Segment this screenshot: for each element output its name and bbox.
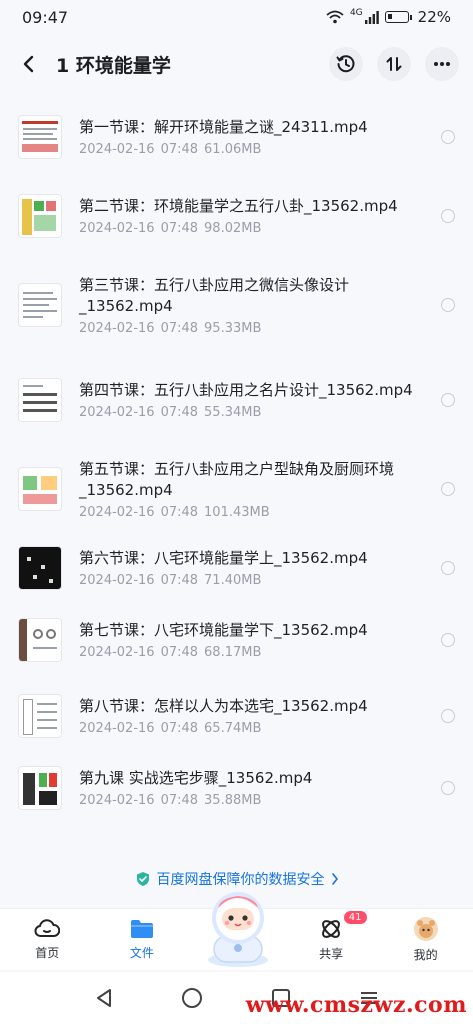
file-name: 第二节课：环境能量学之五行八卦_13562.mp4 <box>79 197 398 215</box>
file-meta: 2024-02-16 07:48 61.06MB <box>79 142 262 157</box>
status-icons: 4G 22% <box>326 8 451 26</box>
history-icon <box>336 55 355 73</box>
battery-level: 22% <box>417 8 451 26</box>
file-thumbnail <box>18 467 62 511</box>
back-icon[interactable] <box>16 52 40 76</box>
mascot-button[interactable] <box>196 884 280 968</box>
file-thumbnail <box>18 115 62 159</box>
watermark: www.cmszwz.com <box>245 992 467 1018</box>
signal-icon <box>364 10 379 24</box>
share-icon <box>322 920 340 938</box>
file-thumbnail <box>18 194 62 238</box>
nav-mine-label: 我的 <box>413 948 438 962</box>
select-radio[interactable] <box>441 633 455 647</box>
file-list: 第一节课：解开环境能量之谜_24311.mp4 2024-02-16 07:48 6… <box>0 96 473 822</box>
sort-icon <box>386 57 402 71</box>
robot-mascot-icon <box>208 892 268 967</box>
nav-files[interactable]: 文件 <box>95 909 190 970</box>
file-meta: 2024-02-16 07:48 68.17MB <box>79 645 262 660</box>
file-name: 第七节课：八宅环境能量学下_13562.mp4 <box>79 621 368 639</box>
more-icon <box>434 62 450 66</box>
nav-home[interactable]: 首页 <box>0 909 95 970</box>
file-meta: 2024-02-16 07:48 35.88MB <box>79 793 262 808</box>
file-item[interactable]: 第四节课：五行八卦应用之名片设计_13562.mp4 2024-02-16 07:… <box>0 356 473 444</box>
file-thumbnail <box>18 546 62 590</box>
file-item[interactable]: 第七节课：八宅环境能量学下_13562.mp4 2024-02-16 07:48 6… <box>0 602 473 678</box>
nav-share-label: 共享 <box>319 947 344 961</box>
file-name: 第九课 实战选宅步骤_13562.mp4 <box>79 769 313 787</box>
battery-icon <box>384 11 409 23</box>
nav-home-label: 首页 <box>35 946 60 960</box>
file-meta: 2024-02-16 07:48 65.74MB <box>79 721 262 736</box>
chevron-right-icon <box>331 873 338 885</box>
file-thumbnail <box>18 618 62 662</box>
file-name: 第一节课：解开环境能量之谜_24311.mp4 <box>79 118 368 136</box>
nav-mine[interactable]: 我的 <box>378 909 473 970</box>
file-thumbnail <box>18 378 62 422</box>
nav-files-label: 文件 <box>129 946 154 960</box>
header: 1 环境能量学 <box>0 40 473 88</box>
select-radio[interactable] <box>441 130 455 144</box>
file-meta: 2024-02-16 07:48 95.33MB <box>79 320 262 336</box>
back-triangle-icon[interactable] <box>93 987 115 1009</box>
file-thumbnail <box>18 283 62 327</box>
select-radio[interactable] <box>441 393 455 407</box>
file-meta: 2024-02-16 07:48 55.34MB <box>79 405 262 420</box>
select-radio[interactable] <box>441 561 455 575</box>
file-name: 第四节课：五行八卦应用之名片设计_13562.mp4 <box>79 381 413 399</box>
select-radio[interactable] <box>441 209 455 223</box>
file-meta: 2024-02-16 07:48 98.02MB <box>79 221 262 236</box>
file-name: 第六节课：八宅环境能量学上_13562.mp4 <box>79 549 368 567</box>
avatar-icon <box>413 917 438 941</box>
more-button[interactable] <box>425 47 459 81</box>
select-radio[interactable] <box>441 781 455 795</box>
file-item[interactable]: 第二节课：环境能量学之五行八卦_13562.mp4 2024-02-16 07:4… <box>0 178 473 254</box>
file-item[interactable]: 第八节课：怎样以人为本选宅_13562.mp4 2024-02-16 07:48 6… <box>0 678 473 754</box>
share-badge: 41 <box>343 911 367 924</box>
file-meta: 2024-02-16 07:48 71.40MB <box>79 573 262 588</box>
file-item[interactable]: 第九课 实战选宅步骤_13562.mp4 2024-02-16 07:48 35.8… <box>0 754 473 822</box>
file-name: 第八节课：怎样以人为本选宅_13562.mp4 <box>79 697 368 715</box>
nav-share[interactable]: 41 共享 <box>284 909 379 970</box>
folder-icon <box>130 920 153 938</box>
file-thumbnail <box>18 694 62 738</box>
file-thumbnail <box>18 766 62 810</box>
status-time: 09:47 <box>22 7 69 27</box>
sort-button[interactable] <box>377 47 411 81</box>
file-item[interactable]: 第三节课：五行八卦应用之微信头像设计_13562.mp4 2024-02-16 0… <box>0 254 473 356</box>
wifi-icon <box>326 10 344 24</box>
file-name: 第三节课：五行八卦应用之微信头像设计_13562.mp4 <box>79 275 350 315</box>
history-button[interactable] <box>329 47 363 81</box>
page-title: 1 环境能量学 <box>56 54 171 77</box>
file-item[interactable]: 第五节课：五行八卦应用之户型缺角及厨厕环境_13562.mp4 2024-02-… <box>0 444 473 534</box>
shield-icon <box>136 872 149 886</box>
file-item[interactable]: 第一节课：解开环境能量之谜_24311.mp4 2024-02-16 07:48 6… <box>0 96 473 178</box>
cloud-icon <box>34 919 61 937</box>
select-radio[interactable] <box>441 709 455 723</box>
file-name: 第五节课：五行八卦应用之户型缺角及厨厕环境_13562.mp4 <box>79 459 395 499</box>
file-meta: 2024-02-16 07:48 101.43MB <box>79 504 270 520</box>
select-radio[interactable] <box>441 482 455 496</box>
home-circle-icon[interactable] <box>181 987 203 1009</box>
select-radio[interactable] <box>441 298 455 312</box>
file-item[interactable]: 第六节课：八宅环境能量学上_13562.mp4 2024-02-16 07:48 7… <box>0 534 473 602</box>
network-type: 4G <box>349 8 363 18</box>
status-bar: 09:47 4G 22% <box>0 0 473 34</box>
